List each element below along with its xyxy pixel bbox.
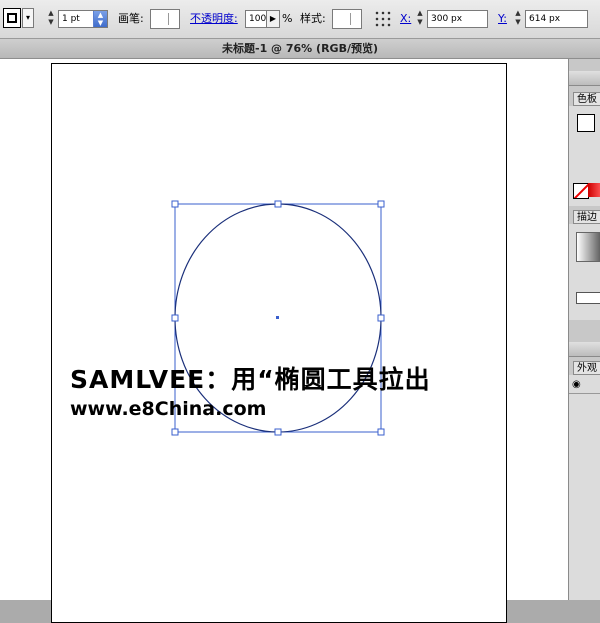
handle-bottom-center[interactable] <box>274 428 282 436</box>
selected-ellipse[interactable] <box>0 0 568 600</box>
handle-top-center[interactable] <box>274 200 282 208</box>
swatches-tab[interactable]: 色板 <box>573 92 600 106</box>
none-swatch-icon[interactable] <box>573 183 589 199</box>
appearance-tab[interactable]: 外观 <box>573 361 600 375</box>
swatches-panel-body <box>569 106 600 206</box>
stroke-slider[interactable] <box>576 292 600 304</box>
handle-middle-left[interactable] <box>171 314 179 322</box>
handle-bottom-right[interactable] <box>377 428 385 436</box>
gradient-swatch[interactable] <box>576 232 600 262</box>
handle-top-left[interactable] <box>171 200 179 208</box>
handle-top-right[interactable] <box>377 200 385 208</box>
stroke-tab[interactable]: 描边 <box>573 210 600 224</box>
appearance-panel-body: ◉ <box>569 375 600 600</box>
handle-middle-right[interactable] <box>377 314 385 322</box>
caption-line-2: www.e8China.com <box>70 398 267 420</box>
handle-bottom-left[interactable] <box>171 428 179 436</box>
stroke-tab-label: 描边 <box>577 212 597 223</box>
center-point <box>276 316 279 319</box>
swatches-tab-label: 色板 <box>577 94 597 105</box>
panel-dock: 色板 描边 外观 ◉ <box>568 59 600 600</box>
red-swatch-icon[interactable] <box>588 183 600 197</box>
appearance-panel-header[interactable] <box>569 342 600 357</box>
swatches-panel-header[interactable] <box>569 71 600 86</box>
appearance-tab-label: 外观 <box>577 363 597 374</box>
stroke-panel-body <box>569 224 600 320</box>
eye-icon[interactable]: ◉ <box>572 379 586 391</box>
fill-color-icon[interactable] <box>577 114 595 132</box>
caption-line-1: SAMLVEE：用“椭圆工具拉出 <box>70 365 431 394</box>
